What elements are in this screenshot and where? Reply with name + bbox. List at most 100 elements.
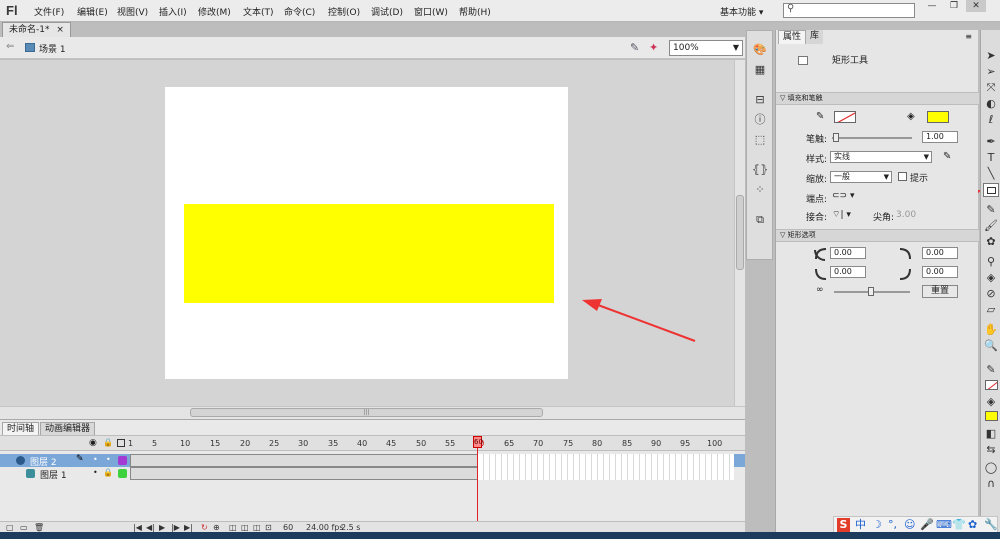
last-frame-icon[interactable]: ▶| bbox=[184, 523, 193, 532]
deco-tool-icon[interactable]: ✿ bbox=[983, 234, 999, 249]
hand-tool-icon[interactable]: ✋ bbox=[983, 322, 999, 337]
subselection-tool-icon[interactable]: ➢ bbox=[983, 64, 999, 79]
menu-modify[interactable]: 修改(M) bbox=[198, 5, 231, 18]
corner-top-right-input[interactable]: 0.00 bbox=[922, 247, 958, 259]
search-input[interactable] bbox=[798, 4, 912, 17]
rectangle-tool-button[interactable] bbox=[983, 183, 999, 197]
transform-panel-icon[interactable]: ⬚ bbox=[752, 133, 768, 147]
document-tab[interactable]: 未命名-1* × bbox=[2, 22, 71, 37]
frame-span[interactable] bbox=[130, 454, 478, 467]
stroke-slider-thumb[interactable] bbox=[833, 133, 839, 142]
onion-outline-icon[interactable]: ◫ bbox=[241, 523, 249, 532]
align-panel-icon[interactable]: ⊟ bbox=[752, 93, 768, 107]
edit-symbols-icon[interactable]: ✎ bbox=[630, 41, 639, 54]
onion-markers-icon[interactable]: ⊡ bbox=[265, 523, 272, 532]
sogou-logo[interactable]: S bbox=[837, 518, 850, 532]
menu-control[interactable]: 控制(O) bbox=[328, 5, 360, 18]
fill-color-swatch[interactable] bbox=[927, 111, 949, 123]
color-panel-icon[interactable]: 🎨 bbox=[752, 43, 768, 57]
components-icon[interactable]: ⁘ bbox=[752, 183, 768, 197]
panel-menu-icon[interactable]: ≡ bbox=[965, 32, 972, 41]
eyedropper-tool-icon[interactable]: ⊘ bbox=[983, 286, 999, 301]
edit-scene-icon[interactable]: ✦ bbox=[649, 41, 658, 54]
layer-color-swatch[interactable] bbox=[118, 469, 127, 478]
black-white-icon[interactable]: ◧ bbox=[983, 426, 999, 441]
menu-help[interactable]: 帮助(H) bbox=[459, 5, 491, 18]
visibility-dot[interactable]: • bbox=[93, 455, 98, 464]
swap-colors-icon[interactable]: ⇆ bbox=[983, 442, 999, 457]
corner-top-left-input[interactable]: 0.00 bbox=[830, 247, 866, 259]
reset-button[interactable]: 重置 bbox=[922, 285, 958, 298]
stroke-slider-track[interactable] bbox=[832, 137, 912, 139]
stroke-color-tool-icon[interactable]: ✎ bbox=[983, 362, 999, 377]
style-select[interactable]: 实线 ▼ bbox=[830, 151, 932, 163]
playhead[interactable]: 60 bbox=[473, 436, 483, 448]
lasso-tool-icon[interactable]: ℓ bbox=[983, 112, 999, 127]
zoom-tool-icon[interactable]: 🔍 bbox=[983, 338, 999, 353]
play-icon[interactable]: ▶ bbox=[159, 523, 165, 532]
free-transform-tool-icon[interactable]: ⤧ bbox=[983, 80, 999, 95]
toolbox-icon[interactable]: ✿ bbox=[968, 518, 977, 532]
tab-timeline[interactable]: 时间轴 bbox=[2, 422, 40, 435]
info-panel-icon[interactable]: ⓘ bbox=[752, 113, 768, 127]
frame-span[interactable] bbox=[130, 467, 478, 480]
stroke-width-input[interactable]: 1.00 bbox=[922, 131, 958, 143]
keyboard-icon[interactable]: ⌨ bbox=[936, 518, 952, 532]
punctuation-icon[interactable]: °, bbox=[888, 518, 897, 532]
vertical-scrollbar[interactable] bbox=[734, 60, 745, 406]
hint-checkbox[interactable] bbox=[898, 172, 907, 181]
snap-to-objects-icon[interactable]: ∩ bbox=[983, 476, 999, 491]
corner-bottom-right-input[interactable]: 0.00 bbox=[922, 266, 958, 278]
frames-row[interactable] bbox=[130, 467, 734, 480]
object-drawing-icon[interactable]: ◯ bbox=[983, 460, 999, 475]
workspace-switcher[interactable]: 基本功能 ▾ bbox=[720, 5, 763, 18]
minimize-button[interactable]: — bbox=[922, 0, 942, 12]
fill-color-tool-icon[interactable]: ◈ bbox=[983, 394, 999, 409]
search-field[interactable]: ⚲ bbox=[783, 3, 915, 18]
next-frame-icon[interactable]: |▶ bbox=[171, 523, 180, 532]
edit-stroke-style-icon[interactable]: ✎ bbox=[943, 151, 951, 162]
tab-motion-editor[interactable]: 动画编辑器 bbox=[40, 422, 96, 435]
stroke-color-swatch[interactable] bbox=[834, 111, 856, 123]
section-rect-options[interactable]: ▽ 矩形选项 bbox=[776, 229, 979, 242]
frames-row[interactable] bbox=[130, 454, 734, 467]
horizontal-scrollbar[interactable]: ||| bbox=[0, 406, 745, 419]
settings-icon[interactable]: 🔧 bbox=[984, 518, 998, 532]
scale-select[interactable]: 一般 ▼ bbox=[830, 171, 892, 183]
line-tool-icon[interactable]: ╲ bbox=[983, 166, 999, 181]
menu-view[interactable]: 视图(V) bbox=[117, 5, 148, 18]
ime-language[interactable]: 中 bbox=[855, 518, 866, 532]
menu-window[interactable]: 窗口(W) bbox=[414, 5, 448, 18]
restore-button[interactable]: ❐ bbox=[944, 0, 964, 12]
layer-row-2[interactable]: 图层 2 ✎ • • bbox=[0, 454, 745, 468]
microphone-icon[interactable]: 🎤 bbox=[920, 518, 934, 532]
cap-select-icon[interactable]: ⊂⊃ ▾ bbox=[832, 191, 854, 201]
paint-bucket-tool-icon[interactable]: ◈ bbox=[983, 270, 999, 285]
back-arrow-icon[interactable]: ⇐ bbox=[6, 41, 14, 52]
corner-bottom-left-input[interactable]: 0.00 bbox=[830, 266, 866, 278]
link-corners-icon[interactable]: ∞ bbox=[816, 285, 824, 295]
corner-slider-thumb[interactable] bbox=[868, 287, 874, 296]
first-frame-icon[interactable]: |◀ bbox=[133, 523, 142, 532]
onion-skin-icon[interactable]: ◫ bbox=[229, 523, 237, 532]
motion-presets-icon[interactable]: ⧉ bbox=[752, 213, 768, 227]
text-tool-icon[interactable]: T bbox=[983, 150, 999, 165]
edit-multiple-icon[interactable]: ◫ bbox=[253, 523, 261, 532]
close-button[interactable]: ✕ bbox=[966, 0, 986, 12]
outline-icon[interactable] bbox=[117, 439, 125, 447]
code-snippets-icon[interactable]: ⦃⦄ bbox=[752, 163, 768, 177]
close-tab-icon[interactable]: × bbox=[56, 25, 64, 35]
center-frame-icon[interactable]: ⊕ bbox=[213, 523, 220, 532]
moon-icon[interactable]: ☽ bbox=[872, 518, 882, 532]
layer-row-1[interactable]: 图层 1 • 🔒 bbox=[0, 467, 745, 481]
visibility-dot[interactable]: • bbox=[93, 468, 98, 477]
pen-tool-icon[interactable]: ✒ bbox=[983, 134, 999, 149]
join-select-icon[interactable]: ⌔| ▾ bbox=[832, 209, 851, 220]
bone-tool-icon[interactable]: ⚲ bbox=[983, 254, 999, 269]
loop-icon[interactable]: ↻ bbox=[201, 523, 208, 532]
swatches-panel-icon[interactable]: ▦ bbox=[752, 63, 768, 77]
menu-commands[interactable]: 命令(C) bbox=[284, 5, 315, 18]
eraser-tool-icon[interactable]: ▱ bbox=[983, 302, 999, 317]
zoom-select[interactable]: 100% ▼ bbox=[669, 40, 743, 56]
menu-edit[interactable]: 编辑(E) bbox=[77, 5, 108, 18]
